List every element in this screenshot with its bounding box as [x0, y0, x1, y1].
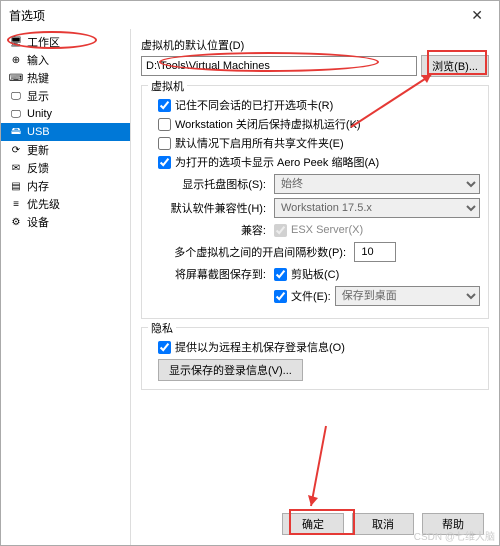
- compat2-label: 兼容:: [150, 222, 270, 238]
- default-location-input[interactable]: [141, 56, 417, 76]
- show-saved-login-button[interactable]: 显示保存的登录信息(V)...: [158, 359, 303, 381]
- refresh-icon: ⟳: [9, 143, 23, 157]
- compat-select[interactable]: Workstation 17.5.x: [274, 198, 480, 218]
- memory-icon: ▤: [9, 179, 23, 193]
- usb-icon: 🖴: [9, 125, 23, 139]
- sidebar-item-display[interactable]: 🖵 显示: [1, 87, 130, 105]
- clipboard-checkbox[interactable]: 剪贴板(C): [274, 266, 339, 282]
- sidebar-item-priority[interactable]: ≡ 优先级: [1, 195, 130, 213]
- window-title: 首选项: [9, 7, 45, 24]
- sidebar-item-feedback[interactable]: ✉ 反馈: [1, 159, 130, 177]
- sidebar-item-unity[interactable]: 🖵 Unity: [1, 105, 130, 123]
- sidebar-item-label: 工作区: [27, 34, 60, 50]
- file-location-select[interactable]: 保存到桌面: [335, 286, 480, 306]
- sidebar: 🖥 工作区 ⊕ 输入 ⌨ 热键 🖵 显示 🖵 Unity 🖴 USB ⟳ 更新 ✉ 反馈 ▤ 内存…: [1, 29, 131, 545]
- aero-peek-checkbox[interactable]: 为打开的选项卡显示 Aero Peek 缩略图(A): [158, 154, 480, 170]
- ok-button[interactable]: 确定: [282, 513, 344, 535]
- close-icon[interactable]: ✕: [463, 7, 491, 24]
- privacy-group: 隐私 提供以为远程主机保存登录信息(O) 显示保存的登录信息(V)...: [141, 327, 489, 390]
- remember-tabs-checkbox[interactable]: 记住不同会话的已打开选项卡(R): [158, 97, 480, 113]
- sidebar-item-input[interactable]: ⊕ 输入: [1, 51, 130, 69]
- sidebar-item-updates[interactable]: ⟳ 更新: [1, 141, 130, 159]
- save-login-checkbox[interactable]: 提供以为远程主机保存登录信息(O): [158, 339, 480, 355]
- sidebar-item-usb[interactable]: 🖴 USB: [1, 123, 130, 141]
- checkbox-label: Workstation 关闭后保持虚拟机运行(K): [175, 116, 361, 132]
- gear-icon: ⚙: [9, 215, 23, 229]
- browse-button[interactable]: 浏览(B)...: [421, 55, 489, 77]
- file-checkbox[interactable]: 文件(E):: [274, 288, 331, 304]
- sidebar-item-label: 更新: [27, 142, 49, 158]
- checkbox-label: 提供以为远程主机保存登录信息(O): [175, 339, 345, 355]
- tray-icon-select[interactable]: 始终: [274, 174, 480, 194]
- keep-running-checkbox[interactable]: Workstation 关闭后保持虚拟机运行(K): [158, 116, 480, 132]
- multi-vm-seconds[interactable]: [354, 242, 396, 262]
- multi-vm-label: 多个虚拟机之间的开启间隔秒数(P):: [150, 244, 350, 260]
- sidebar-item-label: Unity: [27, 108, 52, 120]
- sidebar-item-devices[interactable]: ⚙ 设备: [1, 213, 130, 231]
- sidebar-item-label: 输入: [27, 52, 49, 68]
- monitor-icon: 🖥: [9, 35, 23, 49]
- priority-icon: ≡: [9, 197, 23, 211]
- default-location-label: 虚拟机的默认位置(D): [141, 37, 489, 53]
- input-icon: ⊕: [9, 53, 23, 67]
- sidebar-item-label: 热键: [27, 70, 49, 86]
- vm-group: 虚拟机 记住不同会话的已打开选项卡(R) Workstation 关闭后保持虚拟…: [141, 85, 489, 319]
- checkbox-label: 为打开的选项卡显示 Aero Peek 缩略图(A): [175, 154, 379, 170]
- shared-folders-checkbox[interactable]: 默认情况下启用所有共享文件夹(E): [158, 135, 480, 151]
- compat-label: 默认软件兼容性(H):: [150, 200, 270, 216]
- sidebar-item-label: 显示: [27, 88, 49, 104]
- cancel-button[interactable]: 取消: [352, 513, 414, 535]
- sidebar-item-label: 反馈: [27, 160, 49, 176]
- preferences-window: 首选项 ✕ 🖥 工作区 ⊕ 输入 ⌨ 热键 🖵 显示 🖵 Unity 🖴 USB ⟳ 更新 ✉…: [0, 0, 500, 546]
- sidebar-item-label: 优先级: [27, 196, 60, 212]
- display-icon: 🖵: [9, 89, 23, 103]
- sidebar-item-hotkeys[interactable]: ⌨ 热键: [1, 69, 130, 87]
- sidebar-item-memory[interactable]: ▤ 内存: [1, 177, 130, 195]
- esx-checkbox[interactable]: ESX Server(X): [274, 224, 363, 237]
- checkbox-label: 默认情况下启用所有共享文件夹(E): [175, 135, 344, 151]
- sidebar-item-label: 内存: [27, 178, 49, 194]
- sidebar-item-workspace[interactable]: 🖥 工作区: [1, 33, 130, 51]
- mail-icon: ✉: [9, 161, 23, 175]
- screenshot-label: 将屏幕截图保存到:: [150, 266, 270, 282]
- unity-icon: 🖵: [9, 107, 23, 121]
- watermark: CSDN @七维大脑: [414, 528, 495, 543]
- checkbox-label: 剪贴板(C): [291, 266, 339, 282]
- vm-group-title: 虚拟机: [148, 78, 187, 94]
- keyboard-icon: ⌨: [9, 71, 23, 85]
- checkbox-label: 记住不同会话的已打开选项卡(R): [175, 97, 333, 113]
- checkbox-label: ESX Server(X): [291, 224, 363, 236]
- privacy-group-title: 隐私: [148, 320, 176, 336]
- tray-icon-label: 显示托盘图标(S):: [150, 176, 270, 192]
- main-panel: 虚拟机的默认位置(D) 浏览(B)... 虚拟机 记住不同会话的已打开选项卡(R…: [131, 29, 499, 545]
- sidebar-item-label: 设备: [27, 214, 49, 230]
- sidebar-item-label: USB: [27, 126, 50, 138]
- titlebar: 首选项 ✕: [1, 1, 499, 29]
- checkbox-label: 文件(E):: [291, 288, 331, 304]
